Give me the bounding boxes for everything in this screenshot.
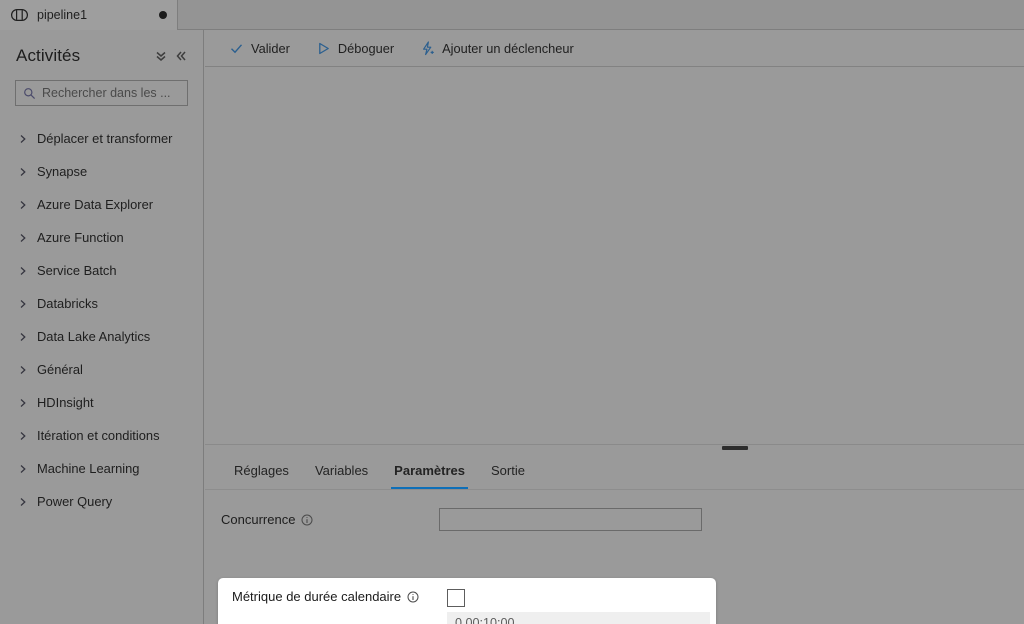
elapsed-time-metric-row: Métrique de durée calendaire 0.00:10:00 (218, 578, 716, 624)
sidebar-item-label: Déplacer et transformer (37, 131, 172, 146)
validate-button-label: Valider (251, 41, 290, 56)
sidebar-item-label: Data Lake Analytics (37, 329, 150, 344)
chevron-right-icon (18, 266, 28, 276)
validate-button[interactable]: Valider (221, 35, 298, 61)
pipeline-editor-window: pipeline1 Activités (0, 0, 1024, 624)
tab-variables-label: Variables (315, 463, 368, 478)
sidebar-item-service-batch[interactable]: Service Batch (0, 254, 203, 287)
sidebar-item-label: Général (37, 362, 83, 377)
editor-tab-strip: pipeline1 (0, 0, 1024, 30)
properties-panel: Réglages Variables Paramètres Sortie Con… (205, 453, 1024, 624)
search-placeholder: Rechercher dans les ... (42, 86, 171, 100)
properties-tab-bar: Réglages Variables Paramètres Sortie (205, 453, 1024, 490)
sidebar-item-azure-data-explorer[interactable]: Azure Data Explorer (0, 188, 203, 221)
sidebar-item-label: Power Query (37, 494, 112, 509)
elapsed-time-metric-fields: 0.00:10:00 (447, 589, 710, 624)
double-chevron-left-icon[interactable] (171, 46, 191, 66)
unsaved-dot-icon (159, 11, 167, 19)
concurrence-label-group: Concurrence (221, 512, 439, 527)
info-icon[interactable] (407, 591, 419, 603)
sidebar-item-label: Azure Function (37, 230, 124, 245)
play-triangle-icon (316, 41, 331, 56)
tab-reglages-label: Réglages (234, 463, 289, 478)
debug-button[interactable]: Déboguer (308, 35, 402, 61)
chevron-right-icon (18, 233, 28, 243)
tab-pipeline1[interactable]: pipeline1 (0, 0, 178, 30)
sidebar-item-hdinsight[interactable]: HDInsight (0, 386, 203, 419)
sidebar-item-label: Databricks (37, 296, 98, 311)
pipeline-canvas[interactable] (205, 68, 1024, 444)
elapsed-time-metric-card: Métrique de durée calendaire 0.00:10:00 (218, 578, 716, 624)
sidebar-header: Activités (0, 38, 203, 74)
sidebar-item-power-query[interactable]: Power Query (0, 485, 203, 518)
sidebar-item-label: Synapse (37, 164, 87, 179)
sidebar-item-general[interactable]: Général (0, 353, 203, 386)
double-chevron-down-icon[interactable] (151, 46, 171, 66)
sidebar-item-databricks[interactable]: Databricks (0, 287, 203, 320)
pipeline-icon (11, 9, 28, 21)
sidebar-item-deplacer-et-transformer[interactable]: Déplacer et transformer (0, 122, 203, 155)
tab-reglages[interactable]: Réglages (221, 452, 302, 489)
pipeline-toolbar: Valider Déboguer Ajouter un déclencheur (205, 30, 1024, 67)
concurrence-row: Concurrence (205, 503, 1024, 536)
info-icon[interactable] (301, 514, 313, 526)
activities-sidebar: Activités Rechercher dans (0, 30, 204, 624)
chevron-right-icon (18, 299, 28, 309)
sidebar-item-iteration-et-conditions[interactable]: Itération et conditions (0, 419, 203, 452)
chevron-right-icon (18, 134, 28, 144)
search-input[interactable]: Rechercher dans les ... (15, 80, 188, 106)
chevron-right-icon (18, 365, 28, 375)
lightning-bolt-plus-icon (420, 41, 435, 56)
concurrence-label: Concurrence (221, 512, 295, 527)
chevron-right-icon (18, 200, 28, 210)
sidebar-item-data-lake-analytics[interactable]: Data Lake Analytics (0, 320, 203, 353)
chevron-right-icon (18, 398, 28, 408)
debug-button-label: Déboguer (338, 41, 394, 56)
activities-tree: Déplacer et transformer Synapse Azure Da… (0, 122, 203, 518)
chevron-right-icon (18, 332, 28, 342)
chevron-right-icon (18, 431, 28, 441)
checkmark-icon (229, 41, 244, 56)
tab-parametres-label: Paramètres (394, 463, 465, 478)
concurrence-input[interactable] (439, 508, 702, 531)
tab-sortie[interactable]: Sortie (478, 452, 538, 489)
sidebar-item-machine-learning[interactable]: Machine Learning (0, 452, 203, 485)
search-icon (23, 87, 36, 100)
sidebar-item-label: HDInsight (37, 395, 94, 410)
chevron-right-icon (18, 167, 28, 177)
drag-handle-icon[interactable] (722, 446, 748, 450)
search-container: Rechercher dans les ... (0, 74, 203, 106)
chevron-right-icon (18, 497, 28, 507)
parametres-form: Concurrence Métrique de durée calendaire (205, 490, 1024, 536)
sidebar-item-label: Itération et conditions (37, 428, 160, 443)
elapsed-time-metric-label-group: Métrique de durée calendaire (232, 589, 447, 604)
chevron-right-icon (18, 464, 28, 474)
elapsed-time-duration-field[interactable]: 0.00:10:00 (447, 612, 710, 624)
tab-sortie-label: Sortie (491, 463, 525, 478)
elapsed-time-metric-checkbox[interactable] (447, 589, 465, 607)
add-trigger-button-label: Ajouter un déclencheur (442, 41, 574, 56)
tab-pipeline1-label: pipeline1 (37, 8, 150, 22)
sidebar-item-synapse[interactable]: Synapse (0, 155, 203, 188)
elapsed-time-metric-label: Métrique de durée calendaire (232, 589, 401, 604)
sidebar-item-label: Service Batch (37, 263, 117, 278)
add-trigger-button[interactable]: Ajouter un déclencheur (412, 35, 582, 61)
sidebar-item-azure-function[interactable]: Azure Function (0, 221, 203, 254)
tab-parametres[interactable]: Paramètres (381, 452, 478, 489)
page-title: Activités (16, 46, 151, 66)
tab-variables[interactable]: Variables (302, 452, 381, 489)
sidebar-item-label: Machine Learning (37, 461, 139, 476)
sidebar-item-label: Azure Data Explorer (37, 197, 153, 212)
